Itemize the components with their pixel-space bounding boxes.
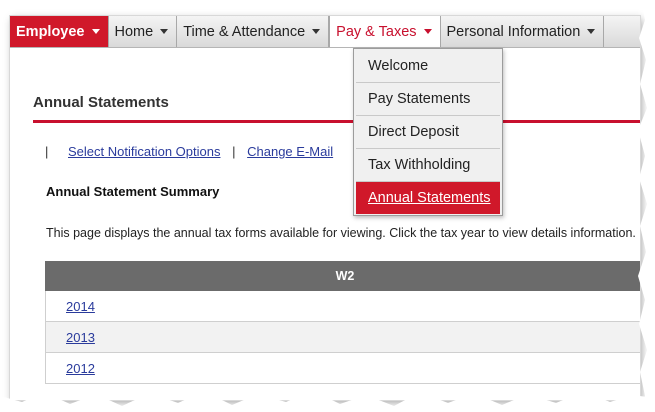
menu-item-tax-withholding[interactable]: Tax Withholding — [356, 149, 500, 182]
title-divider — [33, 120, 640, 123]
nav-personal-label: Personal Information — [446, 23, 581, 40]
menu-item-welcome[interactable]: Welcome — [356, 50, 500, 83]
caret-down-icon — [91, 29, 100, 34]
menu-item-direct-deposit[interactable]: Direct Deposit — [356, 116, 500, 149]
year-link-2013[interactable]: 2013 — [66, 330, 95, 345]
page-title: Annual Statements — [33, 94, 169, 111]
statements-table: W2 2014 2013 2012 — [45, 261, 640, 384]
caret-down-icon — [587, 29, 596, 34]
pay-taxes-menu: Welcome Pay Statements Direct Deposit Ta… — [353, 48, 503, 216]
nav-personal-information[interactable]: Personal Information — [441, 16, 605, 47]
nav-time-attendance[interactable]: Time & Attendance — [177, 16, 330, 47]
main-nav: Employee Home Time & Attendance Pay & Ta… — [10, 16, 640, 48]
table-row: 2014 — [45, 291, 640, 322]
page-description: This page displays the annual tax forms … — [46, 226, 636, 240]
nav-employee[interactable]: Employee — [10, 16, 109, 47]
year-link-2014[interactable]: 2014 — [66, 299, 95, 314]
action-links: | Select Notification Options | Change E… — [45, 144, 333, 159]
caret-down-icon — [423, 29, 432, 34]
nav-pay-taxes[interactable]: Pay & Taxes — [329, 16, 441, 47]
nav-time-label: Time & Attendance — [183, 23, 306, 40]
nav-home[interactable]: Home — [109, 16, 178, 47]
menu-item-pay-statements[interactable]: Pay Statements — [356, 83, 500, 116]
select-notification-options-link[interactable]: Select Notification Options — [68, 144, 220, 159]
app-window: Employee Home Time & Attendance Pay & Ta… — [10, 16, 640, 400]
section-heading: Annual Statement Summary — [46, 184, 220, 199]
nav-home-label: Home — [114, 23, 154, 40]
caret-down-icon — [160, 29, 169, 34]
caret-down-icon — [312, 29, 321, 34]
link-separator: | — [45, 144, 49, 159]
torn-edge-bottom — [0, 390, 655, 412]
table-header: W2 — [45, 261, 640, 291]
link-separator: | — [232, 144, 236, 159]
menu-item-annual-statements[interactable]: Annual Statements — [356, 182, 500, 214]
change-email-link[interactable]: Change E-Mail — [247, 144, 333, 159]
year-link-2012[interactable]: 2012 — [66, 361, 95, 376]
table-row: 2013 — [45, 322, 640, 353]
nav-employee-label: Employee — [16, 23, 85, 40]
torn-edge-right — [638, 0, 655, 412]
nav-pay-label: Pay & Taxes — [336, 23, 417, 40]
